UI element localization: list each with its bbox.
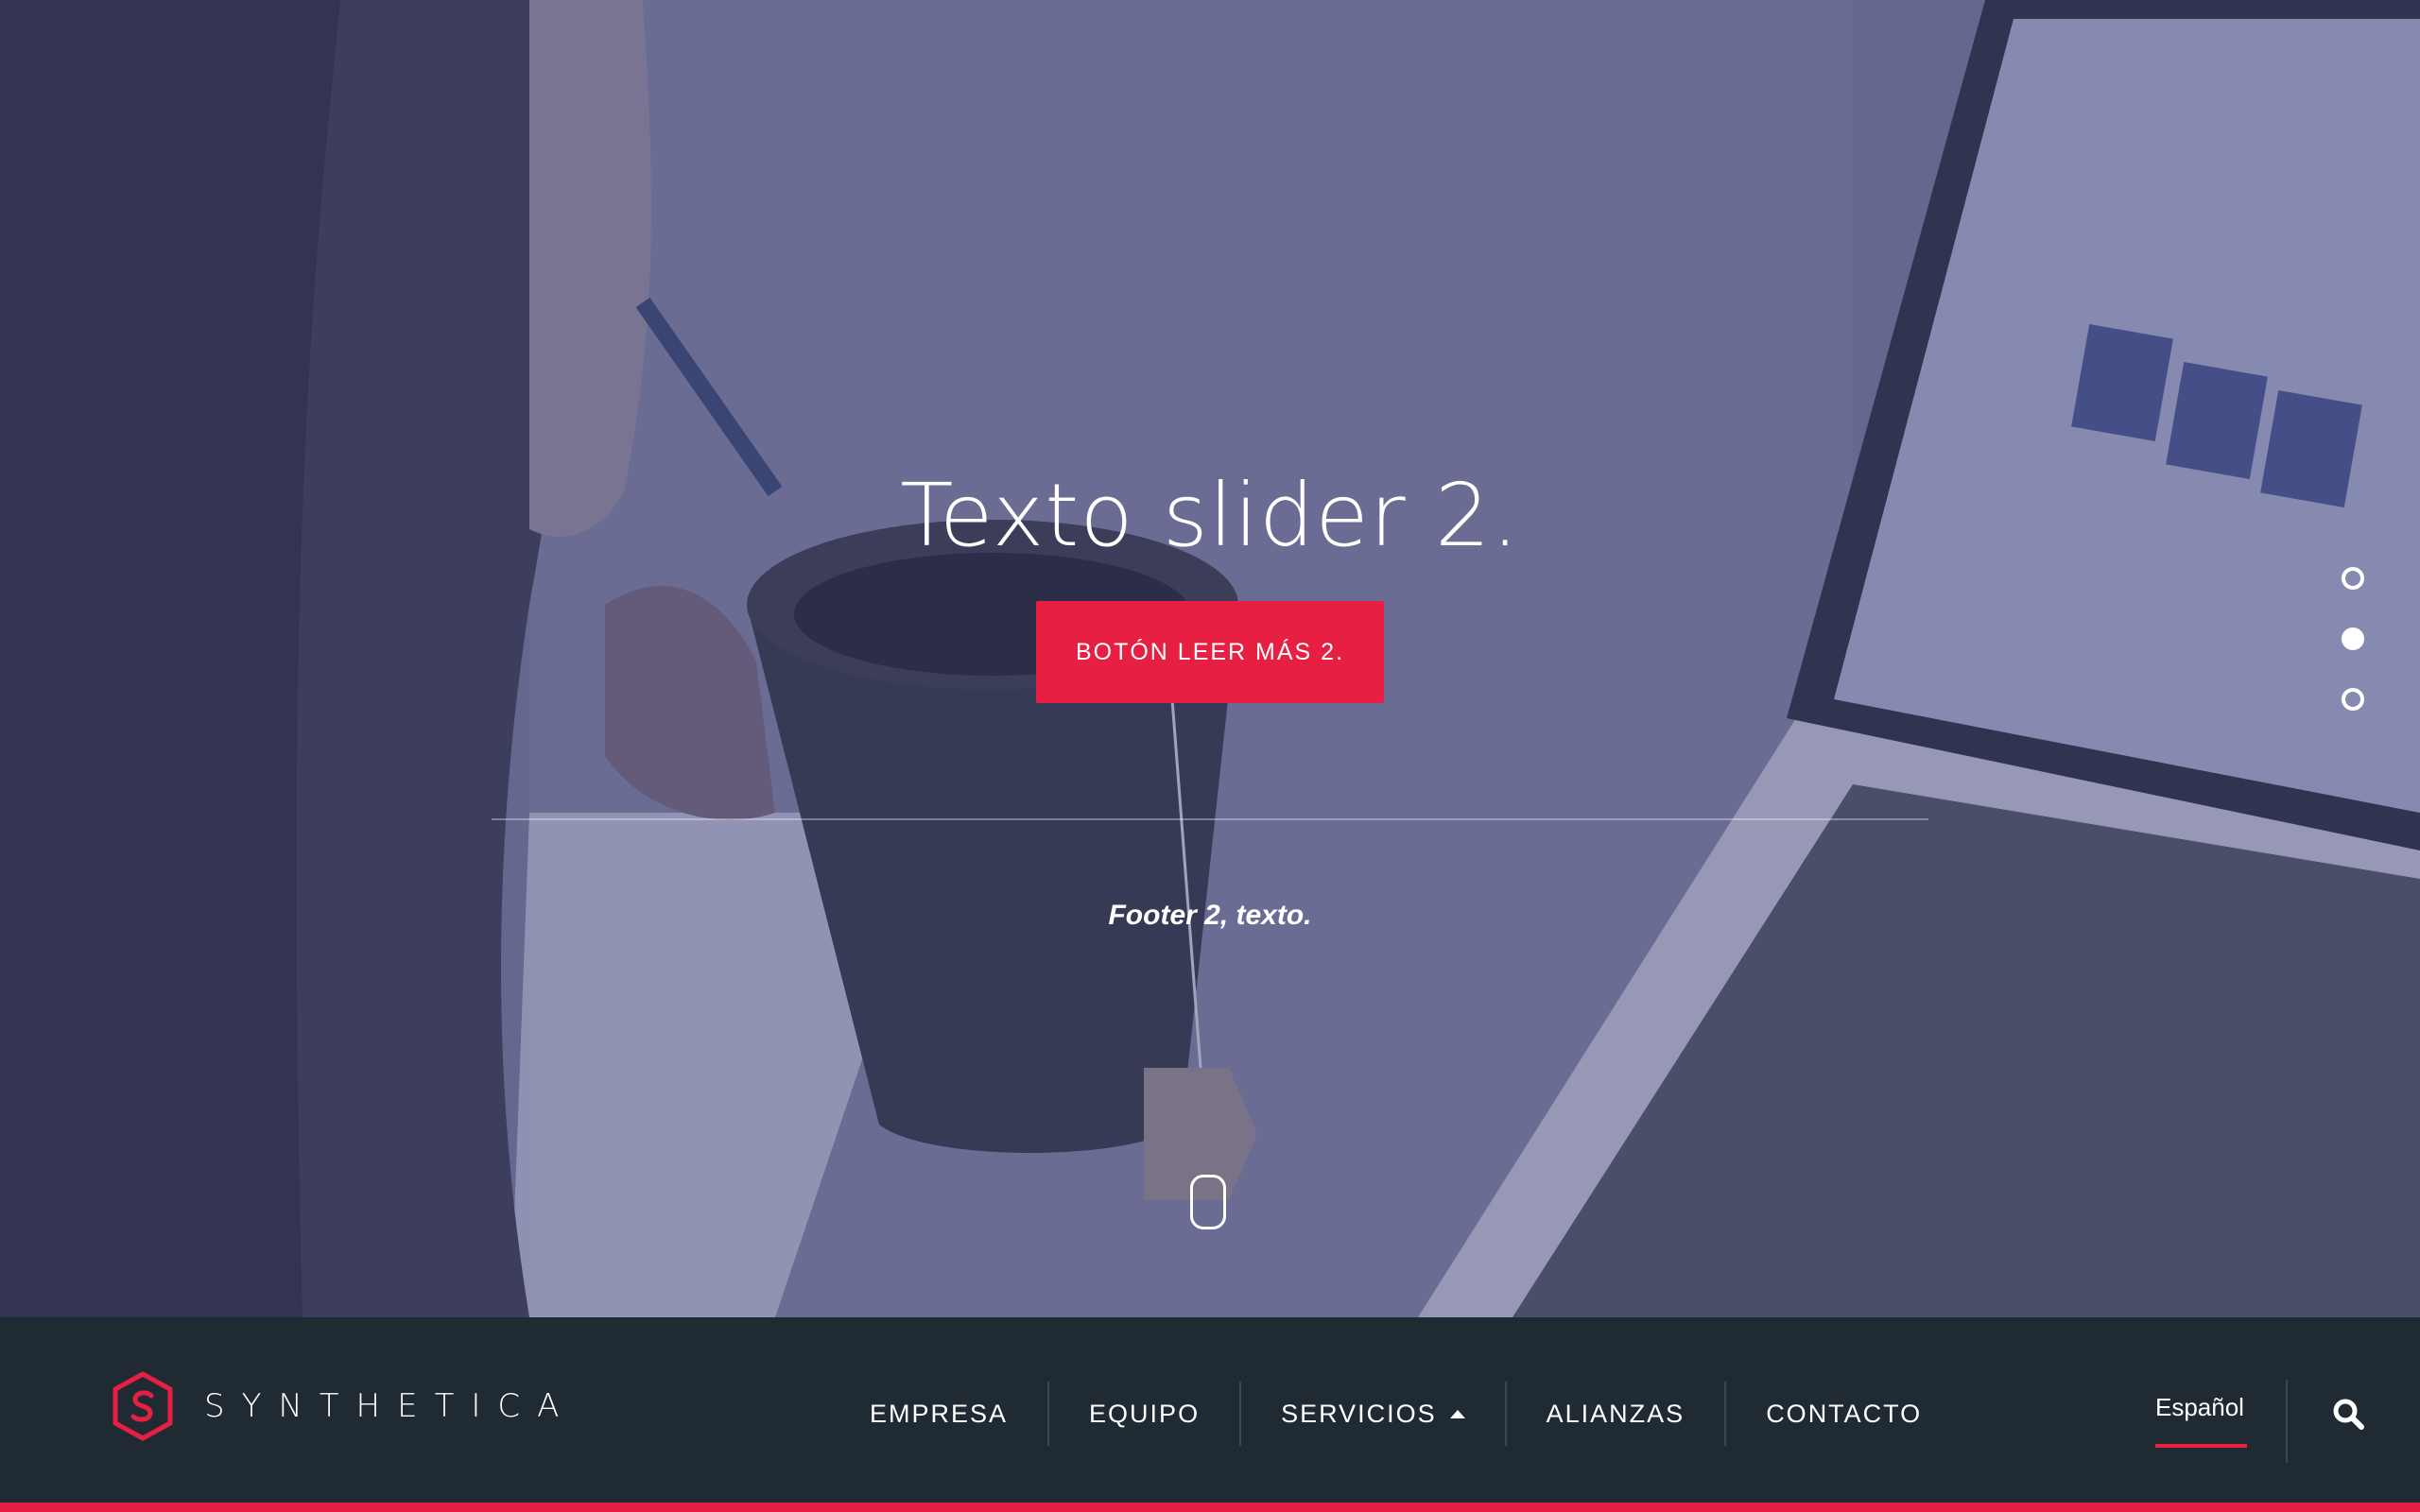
bottom-accent-strip [0,1503,2420,1512]
search-button[interactable] [2331,1397,2365,1431]
hero-slider: Texto slider 2. BOTÓN LEER MÁS 2. Footer… [0,0,2420,1317]
nav-menu: EMPRESA EQUIPO SERVICIOS ALIANZAS CONTAC… [830,1380,1962,1448]
read-more-button[interactable]: BOTÓN LEER MÁS 2. [1036,601,1384,703]
nav-separator [2286,1380,2288,1463]
slider-footer-text: Footer 2, texto. [1108,900,1312,931]
slider-dot-3[interactable] [2342,688,2364,711]
caret-up-icon [1449,1409,1465,1418]
nav-item-contacto[interactable]: CONTACTO [1726,1380,1962,1448]
nav-item-label: SERVICIOS [1281,1399,1437,1428]
scroll-down-mouse-icon[interactable] [1190,1175,1226,1229]
nav-item-alianzas[interactable]: ALIANZAS [1507,1380,1725,1448]
brand-logo[interactable]: SYNTHETICA [110,1370,576,1442]
nav-item-empresa[interactable]: EMPRESA [830,1380,1047,1448]
nav-item-label: EQUIPO [1089,1399,1201,1428]
language-selector[interactable]: Español [2155,1393,2244,1422]
slider-dot-1[interactable] [2342,567,2364,590]
search-icon [2333,1399,2364,1430]
slider-dot-2[interactable] [2342,627,2364,650]
hexagon-s-logo-icon [112,1371,173,1441]
nav-item-label: CONTACTO [1766,1399,1923,1428]
slider-title: Texto slider 2. [900,464,1520,566]
nav-item-equipo[interactable]: EQUIPO [1049,1380,1239,1448]
nav-item-servicios[interactable]: SERVICIOS [1241,1380,1505,1448]
nav-item-label: EMPRESA [870,1399,1009,1428]
nav-item-label: ALIANZAS [1546,1399,1685,1428]
hero-divider [492,818,1928,820]
language-underline [2155,1444,2247,1448]
brand-name: SYNTHETICA [204,1387,577,1425]
slider-pagination [2342,567,2364,748]
